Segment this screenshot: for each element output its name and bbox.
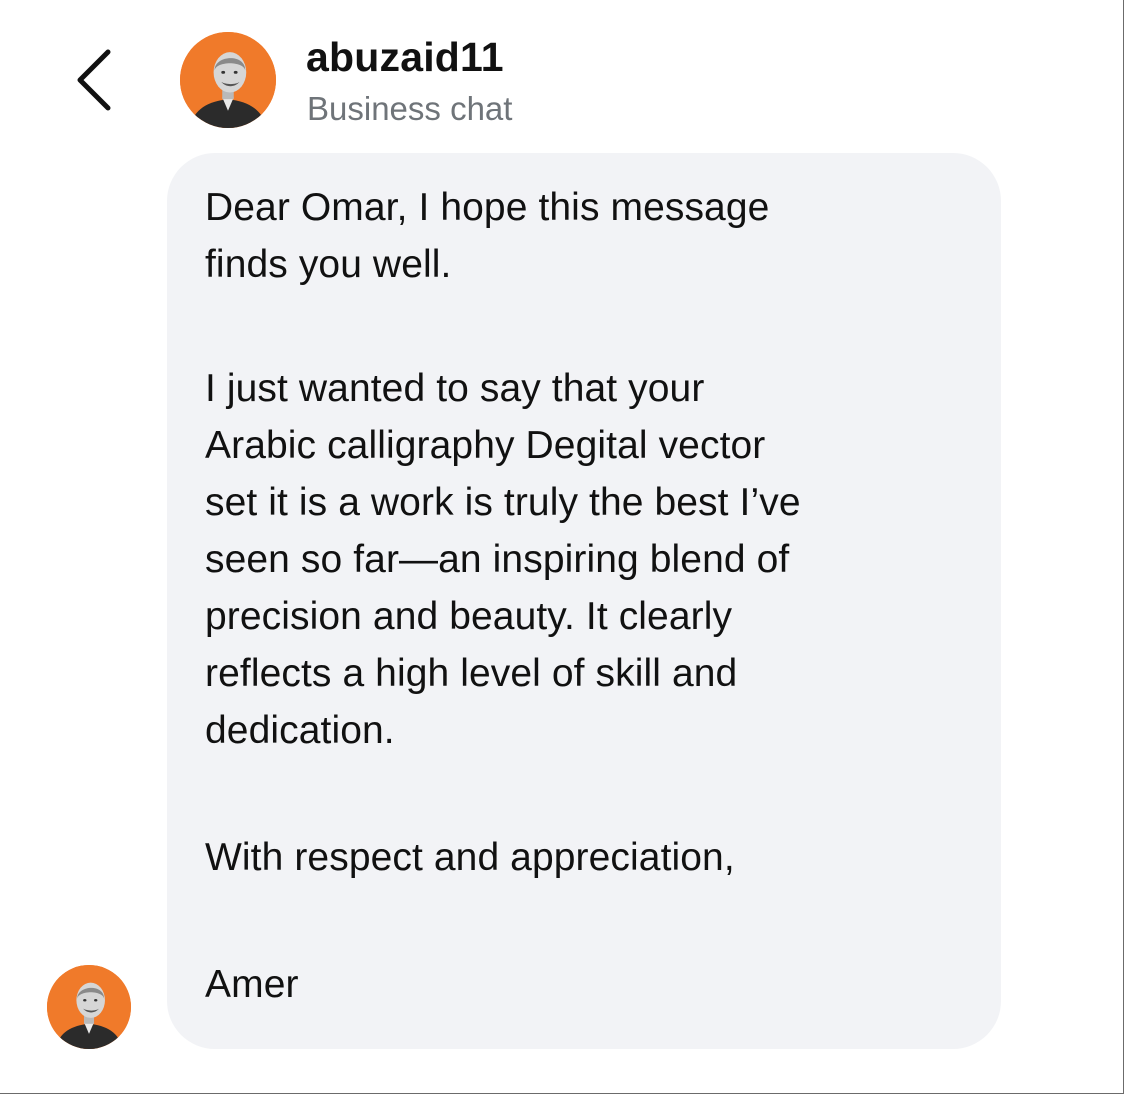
message-line: finds you well. [205,243,452,286]
message-line: precision and beauty. It clearly [205,595,733,638]
message-line: reflects a high level of skill and [205,652,738,695]
message-line: Dear Omar, I hope this message [205,186,770,229]
chat-username[interactable]: abuzaid11 [306,34,504,81]
message-line: With respect and appreciation, [205,836,735,879]
profile-photo [180,32,276,128]
screen-frame: abuzaid11 Business chat Dear Omar, I hop… [0,0,1124,1094]
message-line: Arabic calligraphy Degital vector [205,424,766,467]
avatar[interactable] [180,32,276,128]
chevron-left-icon [77,49,111,111]
message-line: seen so far—an inspiring blend of [205,538,790,581]
message-line: I just wanted to say that your [205,367,705,410]
profile-photo [47,965,131,1049]
message-line: Amer [205,963,299,1006]
message-line: set it is a work is truly the best I’ve [205,481,801,524]
back-button[interactable] [68,46,128,116]
chat-subtitle: Business chat [307,90,513,127]
message-line: dedication. [205,709,395,752]
sender-avatar[interactable] [47,965,131,1049]
